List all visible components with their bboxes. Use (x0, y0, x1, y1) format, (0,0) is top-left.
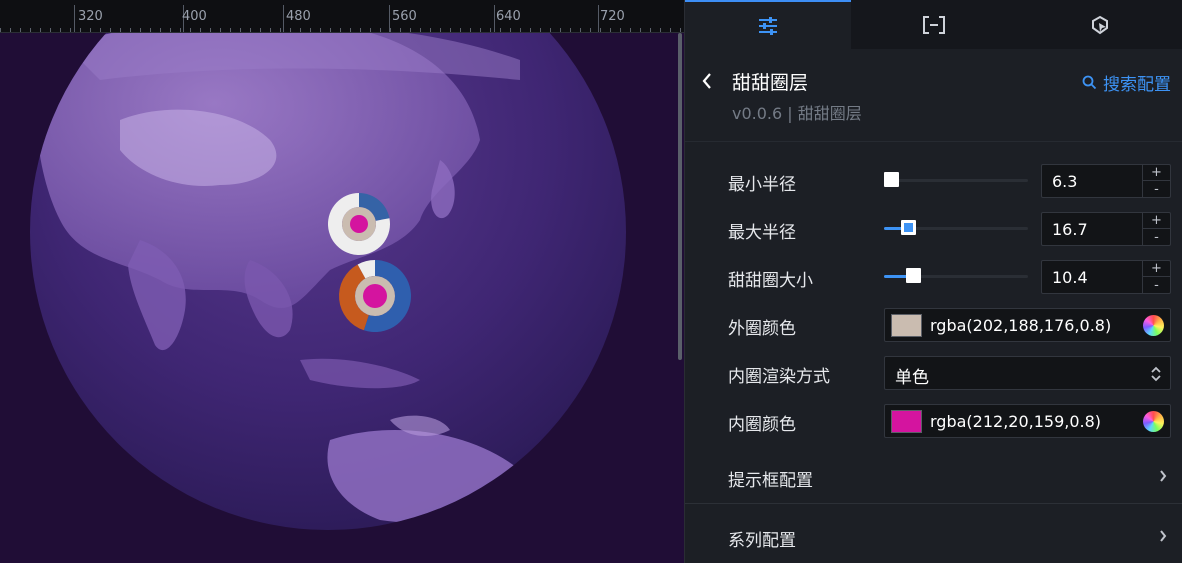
inner-render-mode-value: 单色 (895, 368, 929, 388)
search-icon (1082, 75, 1097, 90)
ruler-label: 560 (392, 9, 417, 24)
app-root: 320 400 480 560 640 720 甜甜圈层 v0.0.6 | 甜甜… (0, 0, 1182, 563)
chevron-right-icon (1160, 470, 1167, 482)
color-wheel-icon[interactable] (1143, 411, 1164, 432)
donut-chart-1[interactable] (328, 193, 390, 255)
select-arrows-icon (1151, 366, 1161, 382)
row-inner-render-mode: 内圈渲染方式 单色 (685, 353, 1182, 393)
tab-interaction[interactable] (1017, 0, 1182, 49)
horizontal-ruler: 320 400 480 560 640 720 (0, 0, 684, 33)
stepper: + - (1142, 261, 1170, 293)
canvas-area[interactable]: 320 400 480 560 640 720 (0, 0, 684, 563)
ruler-major-tick (389, 5, 390, 32)
row-min-radius: 最小半径 6.3 + - (685, 161, 1182, 201)
outer-color-swatch[interactable] (891, 314, 922, 337)
min-radius-slider[interactable] (884, 172, 1028, 187)
stepper: + - (1142, 213, 1170, 245)
component-version: v0.0.6 | 甜甜圈层 (732, 104, 862, 123)
min-radius-value: 6.3 (1052, 172, 1078, 191)
search-config-link[interactable]: 搜索配置 (1082, 70, 1171, 95)
section-divider (685, 503, 1182, 504)
chevron-right-icon (1160, 530, 1167, 542)
row-max-radius: 最大半径 16.7 + - (685, 209, 1182, 249)
decrement-button[interactable]: - (1143, 181, 1170, 197)
search-config-label: 搜索配置 (1103, 75, 1171, 95)
color-wheel-icon[interactable] (1143, 315, 1164, 336)
ruler-major-tick (598, 5, 599, 32)
ruler-label: 640 (496, 9, 521, 24)
series-config-label: 系列配置 (728, 531, 796, 551)
back-arrow-icon[interactable] (699, 72, 715, 90)
max-radius-value: 16.7 (1052, 220, 1088, 239)
max-radius-label: 最大半径 (728, 223, 796, 243)
panel-header: 甜甜圈层 v0.0.6 | 甜甜圈层 搜索配置 (685, 49, 1182, 142)
globe-view[interactable] (0, 0, 684, 563)
outer-color-value: rgba(202,188,176,0.8) (930, 316, 1112, 335)
section-series-config[interactable]: 系列配置 (685, 511, 1182, 561)
inner-render-mode-label: 内圈渲染方式 (728, 367, 830, 387)
max-radius-input[interactable]: 16.7 + - (1041, 212, 1171, 246)
ruler-label: 480 (286, 9, 311, 24)
outer-color-input[interactable]: rgba(202,188,176,0.8) (884, 308, 1171, 342)
ruler-major-tick (494, 5, 495, 32)
tab-style[interactable] (685, 0, 851, 49)
ruler-label: 400 (182, 9, 207, 24)
stepper: + - (1142, 165, 1170, 197)
increment-button[interactable]: + (1143, 213, 1170, 229)
ruler-label: 320 (78, 9, 103, 24)
donut-inner-circle (363, 284, 387, 308)
sliders-icon (759, 16, 777, 35)
donut-chart-2[interactable] (339, 260, 411, 332)
donut-size-input[interactable]: 10.4 + - (1041, 260, 1171, 294)
donut-inner-circle (350, 215, 368, 233)
vertical-scrollbar[interactable] (678, 33, 682, 360)
inner-color-value: rgba(212,20,159,0.8) (930, 412, 1102, 431)
increment-button[interactable]: + (1143, 261, 1170, 277)
max-radius-slider[interactable] (884, 220, 1028, 235)
ruler-label: 720 (600, 9, 625, 24)
slider-handle[interactable] (884, 172, 899, 187)
inner-color-swatch[interactable] (891, 410, 922, 433)
inner-color-input[interactable]: rgba(212,20,159,0.8) (884, 404, 1171, 438)
ruler-major-tick (74, 5, 75, 32)
slider-handle[interactable] (906, 268, 921, 283)
row-donut-size: 甜甜圈大小 10.4 + - (685, 257, 1182, 297)
tab-data[interactable] (851, 0, 1017, 49)
increment-button[interactable]: + (1143, 165, 1170, 181)
row-inner-color: 内圈颜色 rgba(212,20,159,0.8) (685, 401, 1182, 441)
outer-color-label: 外圈颜色 (728, 319, 796, 339)
config-panel: 甜甜圈层 v0.0.6 | 甜甜圈层 搜索配置 最小半径 6.3 + - 最大半… (684, 0, 1182, 563)
tooltip-config-label: 提示框配置 (728, 471, 813, 491)
ruler-major-tick (283, 5, 284, 32)
globe-svg (30, 0, 626, 530)
ruler-minor-ticks (0, 28, 684, 32)
donut-size-label: 甜甜圈大小 (728, 271, 813, 291)
donut-size-value: 10.4 (1052, 268, 1088, 287)
bracket-icon (923, 15, 945, 34)
decrement-button[interactable]: - (1143, 277, 1170, 293)
min-radius-input[interactable]: 6.3 + - (1041, 164, 1171, 198)
inner-color-label: 内圈颜色 (728, 415, 796, 435)
decrement-button[interactable]: - (1143, 229, 1170, 245)
section-tooltip-config[interactable]: 提示框配置 (685, 451, 1182, 501)
min-radius-label: 最小半径 (728, 175, 796, 195)
inner-render-mode-select[interactable]: 单色 (884, 356, 1171, 390)
slider-handle[interactable] (901, 220, 916, 235)
donut-size-slider[interactable] (884, 268, 1028, 283)
panel-tabs (685, 0, 1182, 49)
cursor-click-icon (1092, 15, 1108, 34)
row-outer-color: 外圈颜色 rgba(202,188,176,0.8) (685, 305, 1182, 345)
component-title: 甜甜圈层 (732, 72, 809, 94)
